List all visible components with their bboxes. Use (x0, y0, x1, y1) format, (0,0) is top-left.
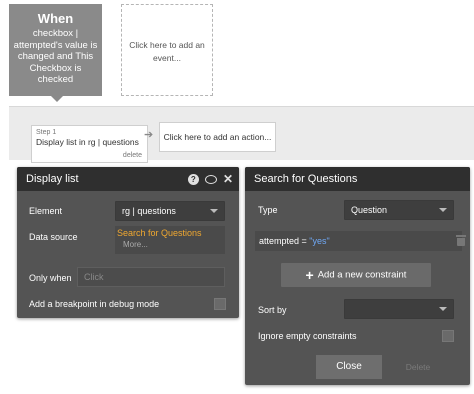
event-title: When (37, 11, 74, 26)
event-description: checkbox | attempted's value is changed … (13, 28, 98, 85)
delete-button[interactable]: Delete (393, 355, 443, 379)
plus-icon: + (305, 267, 314, 283)
only-when-label: Only when (29, 273, 72, 283)
step-text: Display list in rg | questions (36, 137, 139, 147)
type-value: Question (351, 205, 388, 215)
event-card[interactable]: When checkbox | attempted's value is cha… (9, 4, 102, 102)
data-source-label: Data source (29, 232, 78, 242)
arrow-right-icon: ➔ (144, 129, 154, 141)
panel-title: Search for Questions (254, 173, 358, 185)
step-delete-link[interactable]: delete (123, 152, 142, 159)
element-dropdown[interactable]: rg | questions (115, 201, 225, 221)
comment-icon[interactable] (204, 174, 217, 184)
constraint-field: attempted = (259, 236, 310, 246)
data-source-expression[interactable]: Search for Questions (117, 228, 223, 238)
ignore-empty-checkbox[interactable] (442, 330, 454, 342)
event-pointer (51, 96, 63, 102)
ignore-empty-label: Ignore empty constraints (258, 331, 357, 341)
element-label: Element (29, 206, 63, 216)
add-action-button[interactable]: Click here to add an action... (159, 122, 276, 152)
search-panel: Search for Questions Type Question attem… (245, 167, 470, 385)
search-header: Search for Questions (245, 167, 470, 191)
add-constraint-button[interactable]: + Add a new constraint (281, 263, 431, 287)
panel-title: Display list (26, 173, 79, 185)
sort-by-dropdown[interactable] (344, 299, 454, 319)
element-value: rg | questions (122, 206, 176, 216)
constraint-value[interactable]: "yes" (309, 236, 329, 246)
breakpoint-checkbox[interactable] (214, 298, 226, 310)
chevron-down-icon (439, 307, 447, 311)
breakpoint-label: Add a breakpoint in debug mode (29, 299, 160, 309)
more-link[interactable]: More... (117, 240, 223, 249)
data-source-field[interactable]: Search for Questions More... (115, 226, 225, 254)
chevron-down-icon (439, 208, 447, 212)
sort-by-label: Sort by (258, 305, 287, 315)
chevron-down-icon (210, 209, 218, 213)
only-when-input[interactable]: Click (77, 267, 225, 287)
display-list-panel: Display list ? ✕ Element rg | questions … (17, 167, 239, 318)
type-label: Type (258, 205, 278, 215)
add-constraint-label: Add a new constraint (317, 269, 407, 281)
close-button[interactable]: Close (316, 355, 382, 379)
step-number: Step 1 (36, 129, 57, 136)
add-event-button[interactable]: Click here to add an event... (121, 4, 213, 96)
trash-icon[interactable] (456, 235, 466, 246)
constraint-row[interactable]: attempted = "yes" (255, 231, 466, 251)
help-icon[interactable]: ? (187, 173, 199, 185)
close-icon[interactable]: ✕ (223, 167, 233, 191)
step-card[interactable]: Step 1 Display list in rg | questions de… (31, 125, 148, 163)
type-dropdown[interactable]: Question (344, 200, 454, 220)
display-list-header: Display list ? ✕ (17, 167, 239, 191)
